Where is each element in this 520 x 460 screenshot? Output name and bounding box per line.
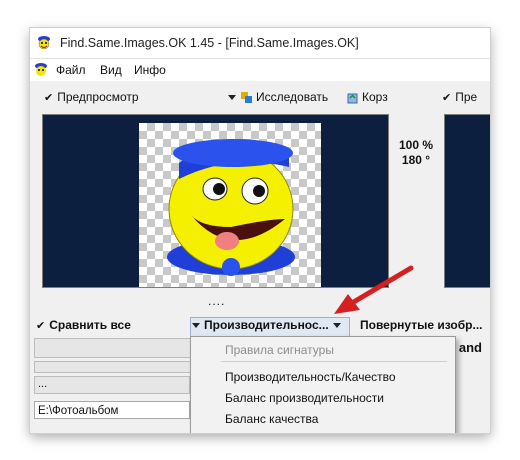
explore-button[interactable]: Исследовать: [228, 90, 328, 104]
performance-menu: Правила сигнатуры Производительность/Кач…: [190, 336, 456, 433]
folder-dots-field[interactable]: ...: [34, 376, 190, 394]
preview-toggle[interactable]: ✔ Предпросмотр: [44, 90, 139, 104]
window-title: Find.Same.Images.OK 1.45 - [Find.Same.Im…: [60, 36, 359, 50]
paint-icon: [241, 92, 252, 104]
rotated-label: Повернутые изобр...: [360, 318, 483, 332]
menu-bar: Файл Вид Инфо: [30, 59, 490, 81]
check-mark-icon: ✔: [442, 92, 452, 104]
menu-file[interactable]: Файл: [56, 63, 86, 77]
menu-item-performance-balance[interactable]: Баланс производительности: [225, 391, 384, 405]
performance-dropdown[interactable]: Производительнос...: [192, 318, 345, 332]
zoom-percent: 100 %: [398, 138, 434, 152]
rotated-dropdown[interactable]: Повернутые изобр...: [360, 318, 483, 332]
app-window: Find.Same.Images.OK 1.45 - [Find.Same.Im…: [30, 28, 490, 433]
menu-smiley-icon[interactable]: [33, 62, 49, 78]
zoom-readout: 100 % 180 °: [390, 138, 442, 174]
dropdown-triangle-icon: [192, 323, 200, 329]
progress-bar: [34, 338, 192, 358]
recycle-bin-icon: [347, 93, 358, 104]
splitter-handle[interactable]: ....: [208, 294, 225, 308]
rotation-angle: 180 °: [401, 153, 431, 167]
check-mark-icon: ✔: [44, 92, 54, 104]
menu-info[interactable]: Инфо: [134, 63, 166, 77]
preview-toolbar: ✔ Предпросмотр Исследовать Корз ✔ Пре: [30, 84, 490, 110]
explore-label: Исследовать: [256, 90, 329, 104]
compare-all-toggle[interactable]: ✔ Сравнить все: [36, 318, 131, 332]
app-icon: [38, 36, 50, 50]
preview-panel-right[interactable]: [444, 114, 490, 288]
recycle-label: Корз: [362, 90, 388, 104]
right-preview-label: Пре: [455, 90, 478, 104]
folder-path-field[interactable]: E:\Фотоальбом: [34, 401, 190, 419]
title-bar: Find.Same.Images.OK 1.45 - [Find.Same.Im…: [30, 28, 490, 59]
menu-header-signature-rules: Правила сигнатуры: [225, 343, 334, 357]
right-preview-toggle[interactable]: ✔ Пре: [442, 90, 477, 104]
recycle-button[interactable]: Корз: [346, 90, 388, 104]
preview-panel-left[interactable]: [42, 114, 389, 288]
compare-all-label: Сравнить все: [49, 318, 131, 332]
menu-item-performance-quality[interactable]: Производительность/Качество: [225, 370, 396, 384]
menu-view[interactable]: Вид: [100, 63, 122, 77]
image-canvas: [139, 123, 321, 287]
menu-item-quality-balance[interactable]: Баланс качества: [225, 412, 318, 426]
menu-separator: [221, 361, 447, 362]
dropdown-triangle-icon: [228, 95, 236, 101]
preview-label: Предпросмотр: [57, 90, 139, 104]
check-mark-icon: ✔: [36, 320, 46, 332]
chevron-down-icon: [332, 323, 341, 329]
compare-row: ✔ Сравнить все Производительнос... Поверн…: [30, 314, 490, 334]
performance-label: Производительнос...: [204, 318, 329, 332]
progress-bar-2: [34, 361, 192, 373]
smiley-image: [167, 139, 295, 276]
